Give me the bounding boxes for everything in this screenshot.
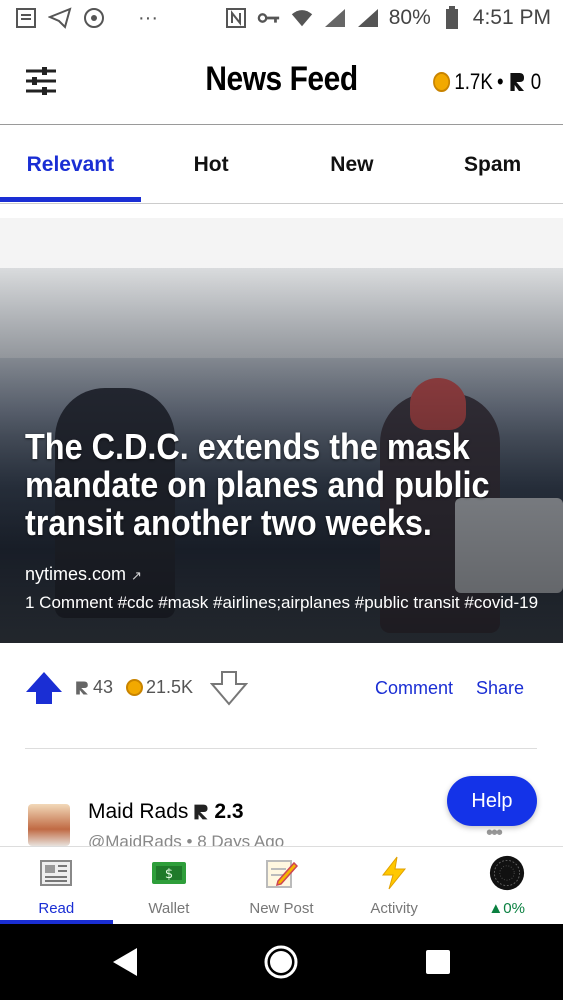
- avatar[interactable]: [28, 804, 70, 846]
- home-circle-icon: [264, 945, 298, 979]
- more-notifications-icon: ···: [138, 6, 158, 29]
- article-card[interactable]: The C.D.C. extends the mask mandate on p…: [0, 268, 563, 643]
- status-left-icons: ···: [14, 6, 158, 30]
- balance-separator: •: [496, 69, 504, 94]
- nav-read-label: Read: [38, 900, 75, 917]
- nav-profile-label: ▲0%: [450, 900, 563, 917]
- post-author-name: Maid Rads: [88, 800, 189, 823]
- downvote-button[interactable]: [209, 670, 249, 706]
- home-button[interactable]: [263, 944, 299, 985]
- article-source[interactable]: nytimes.com ↗: [25, 564, 142, 585]
- nav-activity[interactable]: Activity: [338, 847, 451, 925]
- upvote-button[interactable]: [24, 670, 64, 706]
- signal-2-icon: [356, 6, 380, 30]
- nfc-icon: [224, 6, 248, 30]
- divider: [25, 748, 537, 749]
- triangle-up-icon: ▲: [488, 900, 504, 917]
- feed-spacer: [0, 218, 563, 268]
- lightning-icon: [376, 856, 412, 890]
- bottom-nav: Read $ Wallet New Post Activity ▲0%: [0, 846, 563, 925]
- system-nav-bar: [0, 924, 563, 1000]
- nav-wallet[interactable]: $ Wallet: [113, 847, 226, 925]
- whatsapp-icon: [82, 6, 106, 30]
- nav-new-post[interactable]: New Post: [225, 847, 338, 925]
- coin-count: 21.5K: [126, 677, 193, 698]
- svg-text:$: $: [165, 867, 173, 882]
- vote-count-value: 43: [93, 677, 114, 697]
- app-header: News Feed 1.7K • 0: [0, 40, 563, 125]
- back-button[interactable]: [110, 946, 140, 983]
- tab-new[interactable]: New: [282, 125, 423, 203]
- active-tab-indicator: [0, 197, 141, 202]
- nav-wallet-label: Wallet: [148, 900, 190, 917]
- rep-small-icon: [76, 680, 88, 695]
- comment-button[interactable]: Comment: [375, 678, 453, 699]
- external-link-icon: ↗: [131, 568, 142, 583]
- coin-count-value: 21.5K: [146, 677, 194, 697]
- tab-spam[interactable]: Spam: [422, 125, 563, 203]
- article-meta[interactable]: 1 Comment #cdc #mask #airlines;airplanes…: [25, 593, 550, 613]
- nav-activity-label: Activity: [370, 900, 418, 917]
- memo-icon: [263, 857, 299, 889]
- newspaper-icon: [38, 857, 74, 889]
- telegram-icon: [48, 6, 72, 30]
- arrow-down-icon: [209, 671, 249, 706]
- article-actions: 43 21.5K Comment Share: [0, 660, 563, 716]
- recents-square-icon: [426, 950, 450, 974]
- rep-balance: 0: [530, 69, 541, 94]
- wifi-icon: [290, 6, 314, 30]
- vote-count: 43: [74, 677, 113, 698]
- profile-percent: 0%: [503, 900, 525, 917]
- status-bar: ··· 80% 4:51 PM: [0, 0, 563, 40]
- coin-icon: [432, 72, 450, 92]
- nav-new-post-label: New Post: [249, 900, 314, 917]
- help-button[interactable]: Help: [447, 776, 537, 826]
- feed-tabs: Relevant Hot New Spam: [0, 125, 563, 204]
- avatar-icon: [489, 855, 525, 891]
- article-headline[interactable]: The C.D.C. extends the mask mandate on p…: [25, 428, 493, 542]
- recents-button[interactable]: [425, 949, 451, 980]
- coin-balance: 1.7K: [454, 69, 493, 94]
- signal-icon: [323, 6, 347, 30]
- status-right-icons: 80% 4:51 PM: [224, 6, 551, 30]
- tab-relevant[interactable]: Relevant: [0, 125, 141, 203]
- rep-small-icon: [194, 804, 208, 820]
- arrow-up-icon: [26, 672, 62, 704]
- vpn-key-icon: [257, 6, 281, 30]
- clock: 4:51 PM: [472, 6, 551, 29]
- battery-percent: 80%: [388, 6, 431, 29]
- nav-profile[interactable]: ▲0%: [450, 847, 563, 925]
- rep-icon: [510, 73, 524, 91]
- battery-icon: [440, 6, 464, 30]
- back-triangle-icon: [113, 948, 137, 976]
- article-source-label: nytimes.com: [25, 564, 127, 584]
- tab-hot[interactable]: Hot: [141, 125, 282, 203]
- cash-icon: $: [151, 857, 187, 889]
- share-button[interactable]: Share: [476, 678, 524, 699]
- balance[interactable]: 1.7K • 0: [432, 69, 541, 95]
- post-author-rep: 2.3: [214, 800, 244, 823]
- notes-icon: [14, 6, 38, 30]
- coin-small-icon: [126, 679, 143, 696]
- nav-read[interactable]: Read: [0, 847, 113, 925]
- post-author[interactable]: Maid Rads 2.3: [88, 800, 244, 824]
